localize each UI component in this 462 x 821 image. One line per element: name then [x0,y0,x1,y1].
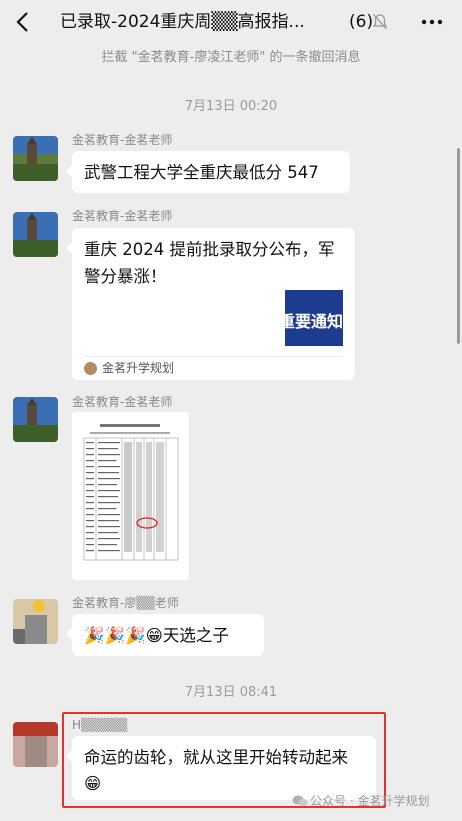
sender-name: 金茗教育-廖▒▒老师 [72,596,179,610]
avatar[interactable] [13,212,58,257]
chat-header: 已录取-2024重庆周▒▒高报指... (6) [0,0,462,44]
timestamp: 7月13日 08:41 [184,685,278,700]
card-divider [84,356,343,357]
message-text: 🎉🎉🎉😁天选之子 [84,626,229,645]
recall-notice: 拦截 "金茗教育-廖凌江老师" 的一条撤回消息 [101,50,361,65]
avatar[interactable] [13,722,58,767]
back-chevron-icon[interactable] [14,11,32,33]
article-source: 金茗升学规划 [102,361,175,375]
article-thumbnail: 重要通知 [285,290,343,346]
sender-name: 金茗教育-金茗老师 [72,133,173,147]
sender-name: 金茗教育-金茗老师 [72,395,173,409]
message-bubble[interactable]: 武警工程大学全重庆最低分 547 [66,151,350,193]
wechat-logo-icon [292,795,308,807]
avatar[interactable] [13,397,58,442]
watermark-text: 公众号 · 金茗升学规划 [310,794,430,808]
account-avatar-icon [84,362,97,375]
message-bubble[interactable]: 🎉🎉🎉😁天选之子 [66,614,264,656]
timestamp: 7月13日 00:20 [184,99,278,114]
score-table-image[interactable] [72,412,189,580]
message-text: 武警工程大学全重庆最低分 547 [84,163,319,182]
scrollbar[interactable] [457,148,460,344]
sender-name: 金茗教育-金茗老师 [72,209,173,223]
avatar[interactable] [13,136,58,181]
more-dots-icon[interactable] [421,13,443,31]
bell-muted-icon [372,14,388,30]
avatar[interactable] [13,599,58,644]
article-card[interactable]: 重庆 2024 提前批录取分公布，军警分暴涨！ 重要通知 金茗升学规划 [66,228,355,380]
chat-title[interactable]: 已录取-2024重庆周▒▒高报指... [60,10,360,34]
article-title: 重庆 2024 提前批录取分公布，军警分暴涨！ [84,240,335,286]
member-count: (6) [349,12,374,32]
